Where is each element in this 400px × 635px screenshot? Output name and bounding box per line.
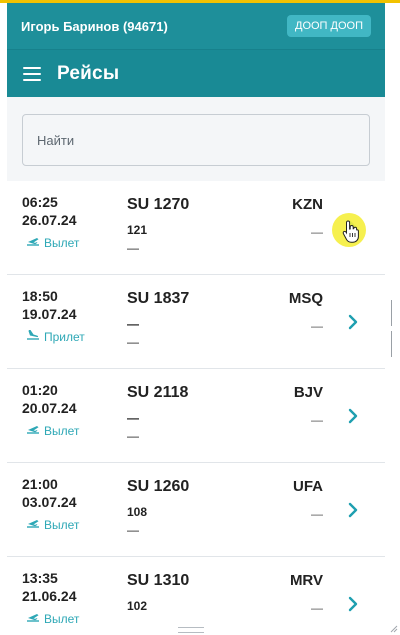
title-bar: Рейсы — [7, 49, 385, 97]
user-name: Игорь Баринов (94671) — [21, 18, 168, 34]
flight-list: 06:25 26.07.24 Вылет SU 1270 121 — KZN —… — [7, 181, 385, 623]
flight-sub-value: — — [127, 317, 139, 331]
flight-sub-value-2: — — [127, 335, 139, 349]
destination-sub: — — [311, 319, 323, 333]
direction-label: Вылет — [26, 235, 112, 250]
hand-cursor-icon — [342, 220, 359, 243]
bottom-handle-bar[interactable] — [178, 627, 204, 633]
departure-icon — [26, 611, 44, 623]
flight-number: SU 1837 — [127, 290, 190, 307]
destination-sub: — — [311, 413, 323, 427]
direction-label: Вылет — [26, 423, 112, 438]
flight-time: 13:35 — [22, 570, 58, 586]
role-badge-button[interactable]: ДООП ДООП — [287, 15, 371, 37]
flight-number: SU 1310 — [127, 572, 190, 589]
destination-code: BJV — [293, 384, 323, 401]
search-input[interactable] — [22, 114, 370, 166]
chevron-right-icon[interactable] — [347, 313, 359, 331]
flight-date: 21.06.24 — [22, 588, 77, 604]
flight-info-block: SU 2118 — — — [127, 383, 247, 443]
flight-sub-value: 102 — [127, 599, 148, 613]
flight-row[interactable]: 01:20 20.07.24 Вылет SU 2118 — — BJV — — [7, 369, 385, 463]
destination-block: KZN — — [243, 195, 323, 239]
app-window: Игорь Баринов (94671) ДООП ДООП Рейсы 06… — [7, 3, 385, 623]
scroll-handle[interactable] — [391, 300, 396, 357]
flight-time-block: 01:20 20.07.24 Вылет — [22, 381, 112, 438]
direction-text: Прилет — [44, 329, 85, 344]
destination-code: MRV — [289, 572, 323, 589]
destination-sub: — — [311, 601, 323, 615]
destination-block: MRV — — [243, 571, 323, 615]
flight-row[interactable]: 13:35 21.06.24 Вылет SU 1310 102 — MRV — — [7, 557, 385, 623]
destination-code: KZN — [292, 196, 323, 213]
destination-code: UFA — [293, 478, 323, 495]
flight-time-block: 18:50 19.07.24 Прилет — [22, 287, 112, 344]
direction-text: Вылет — [44, 517, 80, 532]
flight-row[interactable]: 06:25 26.07.24 Вылет SU 1270 121 — KZN — — [7, 181, 385, 275]
destination-sub: — — [311, 225, 323, 239]
flight-time-block: 13:35 21.06.24 Вылет — [22, 569, 112, 623]
chevron-right-icon[interactable] — [347, 595, 359, 613]
flight-info-block: SU 1260 108 — — [127, 477, 247, 537]
flight-time: 06:25 — [22, 194, 58, 210]
chevron-right-icon[interactable] — [347, 501, 359, 519]
direction-label: Прилет — [26, 329, 112, 344]
flight-row[interactable]: 21:00 03.07.24 Вылет SU 1260 108 — UFA — — [7, 463, 385, 557]
direction-label: Вылет — [26, 611, 112, 623]
flight-time-block: 21:00 03.07.24 Вылет — [22, 475, 112, 532]
search-container — [7, 97, 385, 181]
direction-text: Вылет — [44, 423, 80, 438]
flight-time: 18:50 — [22, 288, 58, 304]
departure-icon — [26, 517, 44, 532]
departure-icon — [26, 235, 44, 250]
flight-sub-value-2: — — [127, 429, 139, 443]
flight-info-block: SU 1310 102 — — [127, 571, 247, 623]
user-header: Игорь Баринов (94671) ДООП ДООП — [7, 3, 385, 49]
flight-date: 20.07.24 — [22, 400, 77, 416]
flight-date: 03.07.24 — [22, 494, 77, 510]
flight-sub-value-2: — — [127, 617, 247, 623]
destination-block: UFA — — [243, 477, 323, 521]
page-title: Рейсы — [57, 62, 120, 84]
destination-block: MSQ — — [243, 289, 323, 333]
destination-block: BJV — — [243, 383, 323, 427]
flight-number: SU 1270 — [127, 196, 190, 213]
flight-date: 26.07.24 — [22, 212, 77, 228]
flight-sub-value-2: — — [127, 241, 139, 255]
arrival-icon — [26, 329, 44, 344]
direction-text: Вылет — [44, 611, 80, 624]
resize-grip-icon[interactable] — [390, 625, 398, 633]
flight-sub-value: 108 — [127, 505, 148, 519]
flight-time: 01:20 — [22, 382, 58, 398]
flight-info-block: SU 1270 121 — — [127, 195, 247, 255]
flight-sub-value-2: — — [127, 523, 139, 537]
flight-info-block: SU 1837 — — — [127, 289, 247, 349]
flight-time: 21:00 — [22, 476, 58, 492]
flight-time-block: 06:25 26.07.24 Вылет — [22, 193, 112, 250]
direction-text: Вылет — [44, 235, 80, 250]
destination-code: MSQ — [288, 290, 323, 307]
chevron-right-icon[interactable] — [347, 407, 359, 425]
flight-number: SU 1260 — [127, 478, 190, 495]
flight-number: SU 2118 — [127, 384, 189, 401]
destination-sub: — — [311, 507, 323, 521]
hamburger-menu-icon[interactable] — [23, 66, 41, 81]
flight-date: 19.07.24 — [22, 306, 77, 322]
flight-sub-value: — — [127, 411, 139, 425]
direction-label: Вылет — [26, 517, 112, 532]
flight-sub-value: 121 — [127, 223, 148, 237]
departure-icon — [26, 423, 44, 438]
flight-row[interactable]: 18:50 19.07.24 Прилет SU 1837 — — MSQ — — [7, 275, 385, 369]
